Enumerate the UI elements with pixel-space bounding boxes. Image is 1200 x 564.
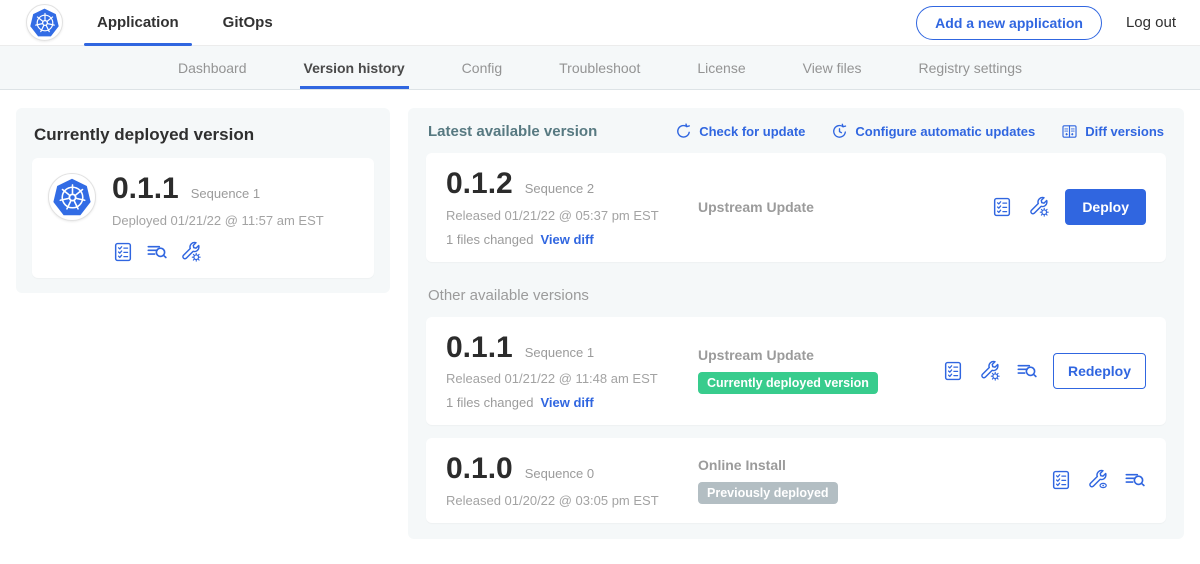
available-versions-panel: Latest available version Check for updat… (408, 108, 1184, 539)
app-icon (48, 173, 96, 221)
released-timestamp: Released 01/21/22 @ 11:48 am EST (446, 371, 698, 386)
tab-gitops[interactable]: GitOps (223, 0, 273, 46)
diff-versions-label: Diff versions (1085, 124, 1164, 139)
preflight-checks-icon[interactable] (112, 241, 134, 263)
version-source: Online Install Previously deployed (698, 453, 1050, 508)
version-card-0-1-0: 0.1.0 Sequence 0 Released 01/20/22 @ 03:… (426, 438, 1166, 523)
configure-automatic-updates-label: Configure automatic updates (855, 124, 1035, 139)
deploy-button[interactable]: Deploy (1065, 189, 1146, 225)
subnav-registry-settings-label: Registry settings (919, 60, 1022, 76)
tab-application[interactable]: Application (97, 0, 179, 46)
deploy-logs-icon[interactable] (146, 241, 168, 263)
version-number: 0.1.0 (446, 453, 513, 485)
version-actions: Deploy (991, 168, 1146, 247)
deployed-version-info: 0.1.1 Sequence 1 Deployed 01/21/22 @ 11:… (112, 173, 324, 263)
preflight-checks-icon[interactable] (1050, 469, 1072, 491)
clock-refresh-icon (831, 123, 848, 140)
versions-panel-actions: Check for update Configure automatic upd… (675, 123, 1164, 140)
other-available-title: Other available versions (428, 287, 1164, 304)
subnav-version-history[interactable]: Version history (304, 46, 405, 89)
version-info: 0.1.2 Sequence 2 Released 01/21/22 @ 05:… (446, 168, 698, 247)
deploy-logs-icon[interactable] (1016, 360, 1038, 382)
configure-automatic-updates-link[interactable]: Configure automatic updates (831, 123, 1035, 140)
latest-available-title: Latest available version (428, 123, 597, 140)
logout-button[interactable]: Log out (1126, 14, 1176, 31)
view-diff-link[interactable]: View diff (540, 232, 593, 247)
version-number: 0.1.2 (446, 168, 513, 200)
edit-config-icon[interactable] (180, 241, 202, 263)
main-content: Currently deployed version 0.1.1 Sequenc… (0, 90, 1200, 557)
preflight-checks-icon[interactable] (991, 196, 1013, 218)
version-card-0-1-1: 0.1.1 Sequence 1 Released 01/21/22 @ 11:… (426, 317, 1166, 426)
tab-gitops-label: GitOps (223, 14, 273, 31)
previously-deployed-badge: Previously deployed (698, 482, 838, 504)
subnav-config[interactable]: Config (462, 46, 502, 89)
deployed-timestamp: Deployed 01/21/22 @ 11:57 am EST (112, 213, 324, 228)
view-config-icon[interactable] (1087, 469, 1109, 491)
files-changed-label: 1 files changed (446, 395, 533, 410)
currently-deployed-panel: Currently deployed version 0.1.1 Sequenc… (16, 108, 390, 293)
diff-icon (1061, 123, 1078, 140)
deployed-version-number: 0.1.1 (112, 173, 179, 205)
top-navbar: Application GitOps Add a new application… (0, 0, 1200, 46)
diff-versions-link[interactable]: Diff versions (1061, 123, 1164, 140)
check-for-update-link[interactable]: Check for update (675, 123, 805, 140)
deploy-logs-icon[interactable] (1124, 469, 1146, 491)
deployed-actions (112, 241, 324, 263)
subnav-dashboard-label: Dashboard (178, 60, 247, 76)
sequence-label: Sequence 0 (525, 466, 594, 481)
subnav-license[interactable]: License (697, 46, 745, 89)
helm-wheel-icon (34, 12, 56, 34)
subnav-config-label: Config (462, 60, 502, 76)
kubernetes-heptagon (30, 8, 59, 37)
version-card-0-1-2: 0.1.2 Sequence 2 Released 01/21/22 @ 05:… (426, 153, 1166, 262)
topbar-right: Add a new application Log out (916, 6, 1176, 40)
view-diff-link[interactable]: View diff (540, 395, 593, 410)
sequence-label: Sequence 2 (525, 181, 594, 196)
subnav-view-files-label: View files (803, 60, 862, 76)
subnav-dashboard[interactable]: Dashboard (178, 46, 247, 89)
add-application-button[interactable]: Add a new application (916, 6, 1102, 40)
files-changed-label: 1 files changed (446, 232, 533, 247)
version-source: Upstream Update Currently deployed versi… (698, 332, 942, 411)
app-tabs: Application GitOps (97, 0, 317, 46)
app-subnav: Dashboard Version history Config Trouble… (0, 46, 1200, 90)
deployed-sequence-label: Sequence 1 (191, 186, 260, 201)
redeploy-button[interactable]: Redeploy (1053, 353, 1146, 389)
currently-deployed-title: Currently deployed version (34, 125, 372, 145)
tab-application-label: Application (97, 14, 179, 31)
version-info: 0.1.1 Sequence 1 Released 01/21/22 @ 11:… (446, 332, 698, 411)
edit-config-icon[interactable] (979, 360, 1001, 382)
released-timestamp: Released 01/20/22 @ 03:05 pm EST (446, 493, 698, 508)
subnav-troubleshoot-label: Troubleshoot (559, 60, 640, 76)
version-source: Upstream Update (698, 168, 991, 247)
helm-wheel-icon (58, 183, 87, 212)
preflight-checks-icon[interactable] (942, 360, 964, 382)
kubernetes-logo (26, 4, 63, 41)
version-number: 0.1.1 (446, 332, 513, 364)
kubernetes-heptagon (53, 178, 91, 216)
released-timestamp: Released 01/21/22 @ 05:37 pm EST (446, 208, 698, 223)
subnav-view-files[interactable]: View files (803, 46, 862, 89)
deployed-version-card: 0.1.1 Sequence 1 Deployed 01/21/22 @ 11:… (32, 158, 374, 278)
source-label: Upstream Update (698, 199, 814, 215)
subnav-registry-settings[interactable]: Registry settings (919, 46, 1022, 89)
sequence-label: Sequence 1 (525, 345, 594, 360)
currently-deployed-badge: Currently deployed version (698, 372, 878, 394)
check-for-update-label: Check for update (699, 124, 805, 139)
source-label: Online Install (698, 457, 786, 473)
edit-config-icon[interactable] (1028, 196, 1050, 218)
subnav-troubleshoot[interactable]: Troubleshoot (559, 46, 640, 89)
refresh-icon (675, 123, 692, 140)
subnav-version-history-label: Version history (304, 60, 405, 76)
version-actions (1050, 453, 1146, 508)
source-label: Upstream Update (698, 347, 814, 363)
versions-panel-header: Latest available version Check for updat… (426, 123, 1166, 140)
version-actions: Redeploy (942, 332, 1146, 411)
version-info: 0.1.0 Sequence 0 Released 01/20/22 @ 03:… (446, 453, 698, 508)
subnav-license-label: License (697, 60, 745, 76)
